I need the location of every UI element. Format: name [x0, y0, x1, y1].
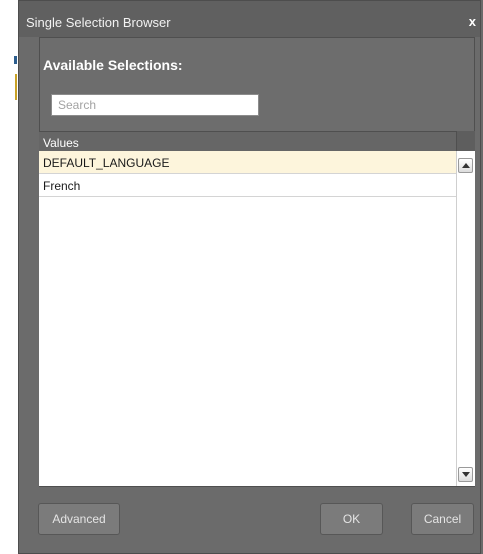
ok-button[interactable]: OK	[320, 503, 383, 535]
advanced-button[interactable]: Advanced	[38, 503, 120, 535]
dialog-title: Single Selection Browser	[26, 15, 171, 30]
search-input[interactable]	[51, 94, 259, 116]
header-scroll-cap	[456, 131, 475, 151]
list-item[interactable]: French	[39, 174, 456, 197]
close-icon[interactable]: x	[469, 14, 476, 29]
panel-heading: Available Selections:	[43, 57, 183, 73]
values-list: DEFAULT_LANGUAGE French	[39, 151, 456, 486]
values-column-label: Values	[43, 136, 79, 150]
single-selection-dialog: Single Selection Browser x Available Sel…	[18, 0, 481, 554]
list-item-label: French	[43, 179, 81, 193]
list-item[interactable]: DEFAULT_LANGUAGE	[39, 151, 456, 174]
vertical-scrollbar[interactable]	[456, 151, 475, 486]
dialog-titlebar[interactable]: Single Selection Browser x	[19, 1, 480, 37]
scroll-down-button[interactable]	[458, 467, 473, 482]
scroll-up-button[interactable]	[458, 158, 473, 173]
background-accent-gold	[15, 74, 17, 100]
cancel-button[interactable]: Cancel	[411, 503, 474, 535]
background-accent-blue	[14, 56, 17, 64]
chevron-down-icon	[462, 472, 470, 477]
chevron-up-icon	[462, 163, 470, 168]
list-item-label: DEFAULT_LANGUAGE	[43, 156, 170, 170]
values-column-header[interactable]: Values	[39, 131, 457, 151]
